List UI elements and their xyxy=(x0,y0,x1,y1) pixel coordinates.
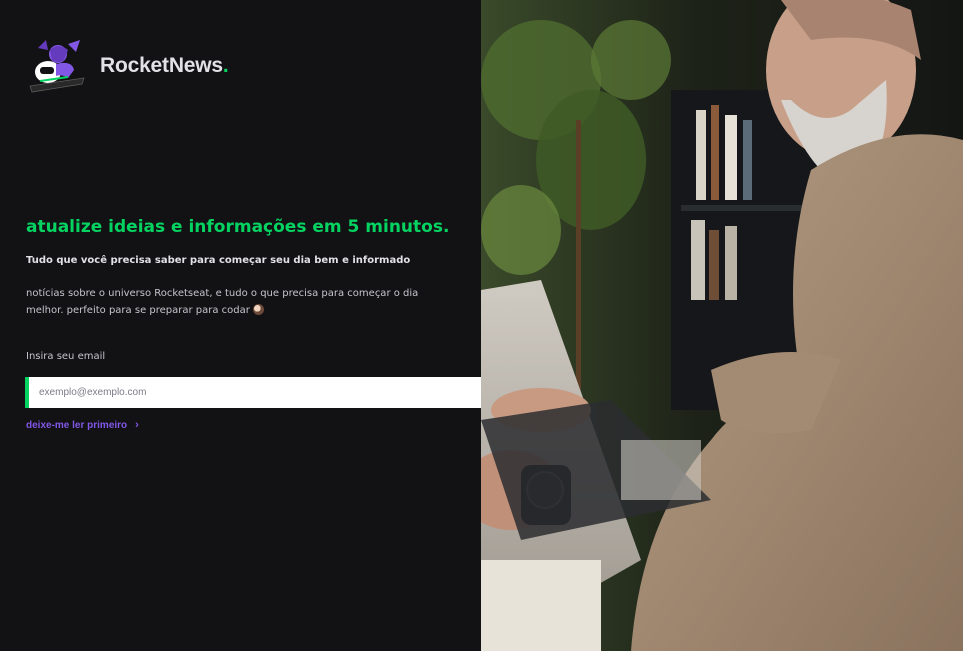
emoji-icon xyxy=(252,304,264,315)
man-at-laptop-photo xyxy=(481,0,963,651)
email-field-wrapper xyxy=(25,377,501,408)
email-input[interactable] xyxy=(29,377,501,408)
subheadline: Tudo que você precisa saber para começar… xyxy=(26,255,411,266)
brand-dot: . xyxy=(222,54,229,77)
description: notícias sobre o universo Rocketseat, e … xyxy=(26,285,456,319)
brand[interactable]: RocketNews. xyxy=(28,38,229,94)
read-first-link[interactable]: deixe-me ler primeiro › xyxy=(26,419,139,431)
brand-name: RocketNews xyxy=(100,54,223,77)
newsletter-form xyxy=(25,377,528,408)
read-first-label: deixe-me ler primeiro xyxy=(26,419,128,431)
description-text: notícias sobre o universo Rocketseat, e … xyxy=(26,288,419,316)
rocket-astronaut-icon xyxy=(29,40,85,93)
email-label: Insira seu email xyxy=(26,351,106,362)
chevron-right-icon: › xyxy=(135,419,139,431)
headline: atualize ideias e informações em 5 minut… xyxy=(26,217,450,237)
hero-photo xyxy=(481,0,963,651)
left-panel: RocketNews. atualize ideias e informaçõe… xyxy=(0,0,481,651)
